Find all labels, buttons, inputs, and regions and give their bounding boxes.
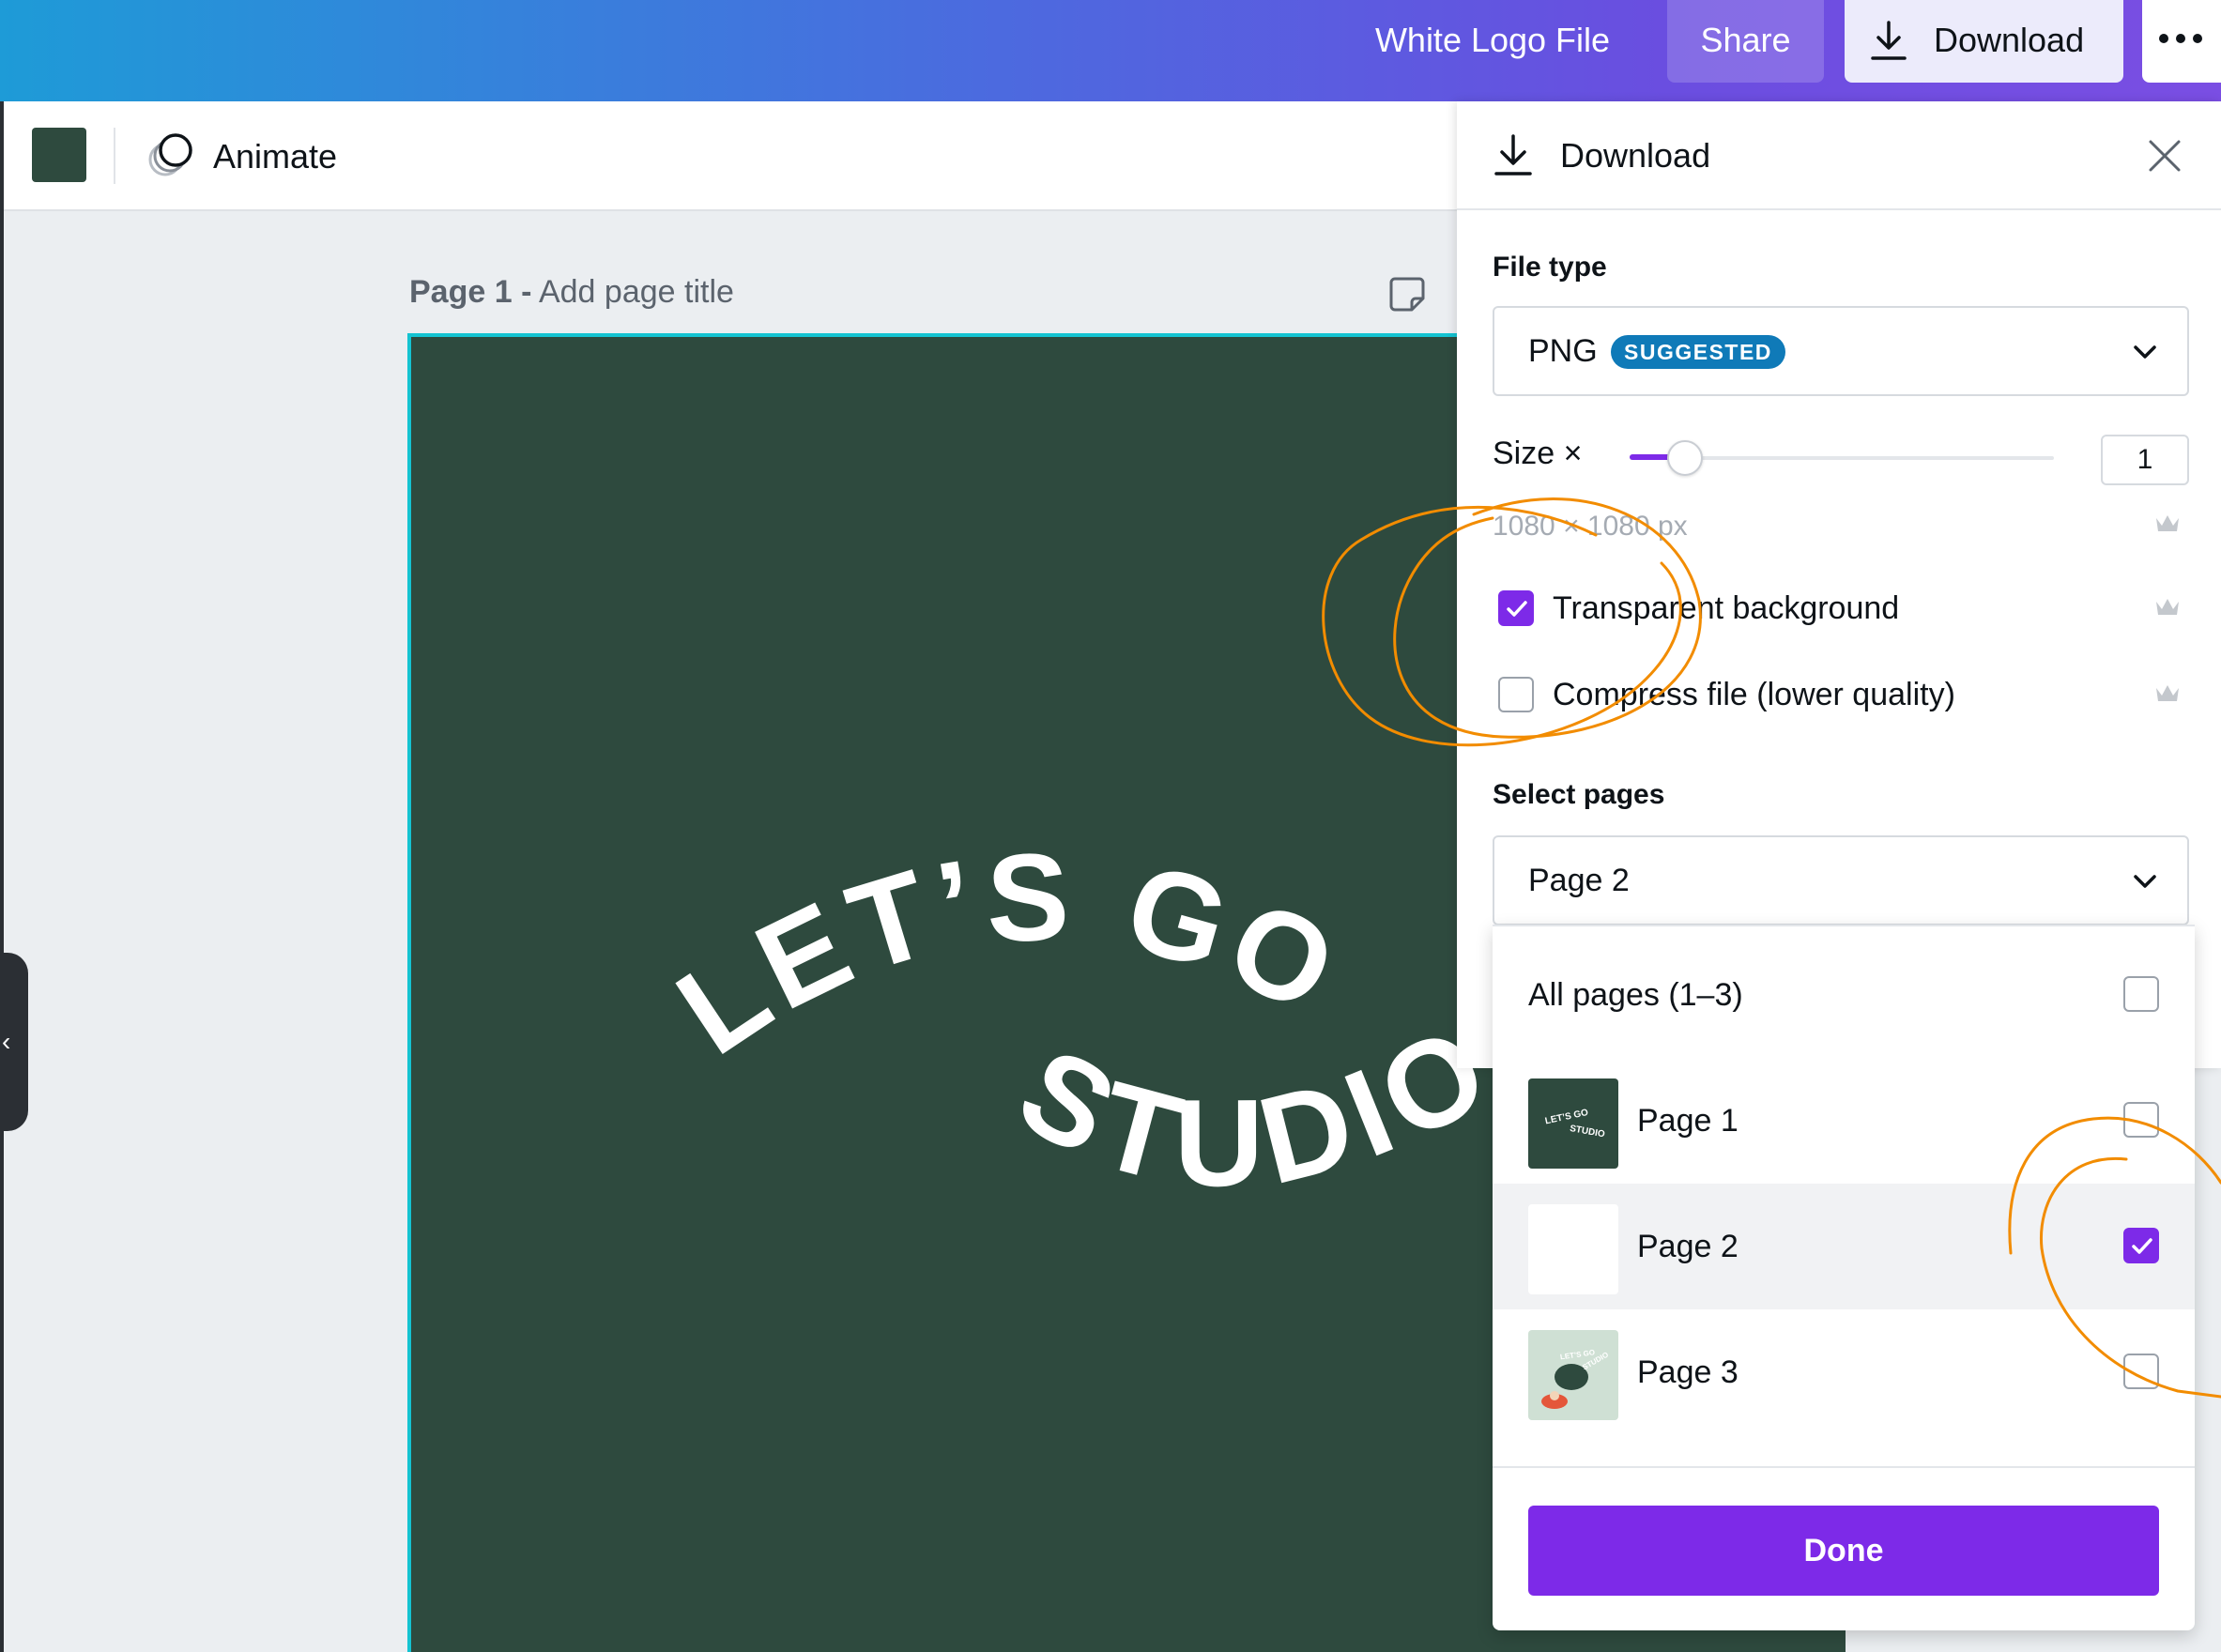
dot-icon bbox=[2176, 34, 2185, 43]
top-bar: White Logo File Share Download bbox=[0, 0, 2221, 101]
download-icon bbox=[1871, 21, 1907, 60]
compress-file-checkbox[interactable] bbox=[1498, 677, 1534, 712]
size-slider-thumb[interactable] bbox=[1666, 440, 1703, 476]
page-option-3[interactable]: LET’S GO STUDIO Page 3 bbox=[1493, 1309, 2195, 1435]
select-pages-dropdown[interactable]: Page 2 bbox=[1493, 835, 2189, 925]
page-1-thumbnail: LET’S GO STUDIO bbox=[1528, 1078, 1618, 1169]
size-label: Size × bbox=[1493, 436, 1583, 471]
page-1-checkbox[interactable] bbox=[2123, 1102, 2159, 1138]
page-1-label: Page 1 bbox=[1637, 1103, 1739, 1139]
collapse-panel-button[interactable]: ‹ bbox=[0, 953, 28, 1131]
file-title[interactable]: White Logo File bbox=[1352, 0, 1633, 80]
select-pages-value: Page 2 bbox=[1528, 863, 1630, 898]
select-pages-label: Select pages bbox=[1493, 779, 1665, 810]
download-panel-title: Download bbox=[1560, 136, 1711, 175]
transparent-background-label: Transparent background bbox=[1553, 590, 1900, 626]
page-2-checkbox[interactable] bbox=[2123, 1228, 2159, 1263]
all-pages-checkbox[interactable] bbox=[2123, 976, 2159, 1012]
download-button[interactable]: Download bbox=[1845, 0, 2123, 83]
dot-icon bbox=[2159, 34, 2168, 43]
animate-button[interactable]: Animate bbox=[213, 101, 337, 211]
check-icon bbox=[2132, 1238, 2152, 1254]
page-3-thumbnail: LET’S GO STUDIO bbox=[1528, 1330, 1618, 1420]
page-3-label: Page 3 bbox=[1637, 1354, 1739, 1390]
download-panel-header: Download bbox=[1457, 101, 2221, 210]
design-text-top: LET’S GO bbox=[653, 828, 1362, 1081]
check-icon bbox=[1507, 601, 1527, 617]
download-button-label: Download bbox=[1934, 21, 2085, 59]
all-pages-option[interactable]: All pages (1–3) bbox=[1493, 932, 2195, 1058]
page-3-checkbox[interactable] bbox=[2123, 1354, 2159, 1389]
page-2-label: Page 2 bbox=[1637, 1229, 1739, 1264]
svg-text:LET’S GO: LET’S GO bbox=[1544, 1108, 1589, 1127]
toolbar-divider bbox=[114, 128, 115, 184]
dimensions-text: 1080 × 1080 px bbox=[1493, 511, 1688, 542]
left-panel-edge bbox=[0, 101, 4, 1652]
file-type-label: File type bbox=[1493, 252, 1607, 283]
close-icon[interactable] bbox=[2148, 139, 2182, 173]
page-option-1[interactable]: LET’S GO STUDIO Page 1 bbox=[1493, 1058, 2195, 1184]
page-title-placeholder: Add page title bbox=[538, 274, 734, 310]
more-options-button[interactable] bbox=[2142, 0, 2221, 83]
design-text-bottom: STUDIO bbox=[998, 995, 1516, 1212]
dropdown-divider bbox=[1493, 1466, 2195, 1468]
color-swatch-button[interactable] bbox=[32, 128, 86, 182]
editor-toolbar: Animate bbox=[4, 101, 1457, 211]
crown-icon bbox=[2156, 599, 2179, 615]
done-button[interactable]: Done bbox=[1528, 1506, 2159, 1596]
notes-icon[interactable] bbox=[1387, 274, 1427, 314]
crown-icon bbox=[2156, 685, 2179, 701]
animate-icon[interactable] bbox=[145, 130, 195, 180]
size-input[interactable]: 1 bbox=[2101, 435, 2189, 485]
page-2-thumbnail bbox=[1528, 1204, 1618, 1294]
crown-icon bbox=[2156, 515, 2179, 531]
transparent-background-checkbox[interactable] bbox=[1498, 590, 1534, 626]
pages-dropdown-menu: All pages (1–3) LET’S GO STUDIO Page 1 P… bbox=[1493, 925, 2195, 1630]
chevron-down-icon bbox=[2134, 345, 2156, 359]
all-pages-label: All pages (1–3) bbox=[1528, 977, 1743, 1013]
dot-icon bbox=[2193, 34, 2202, 43]
chevron-down-icon bbox=[2134, 875, 2156, 888]
file-type-value: PNG bbox=[1528, 333, 1598, 369]
download-icon bbox=[1494, 134, 1532, 176]
download-panel: Download File type PNG SUGGESTED Size × … bbox=[1457, 101, 2221, 1068]
page-option-2[interactable]: Page 2 bbox=[1493, 1184, 2195, 1309]
file-type-select[interactable]: PNG SUGGESTED bbox=[1493, 306, 2189, 396]
svg-text:STUDIO: STUDIO bbox=[1569, 1124, 1605, 1140]
compress-file-label: Compress file (lower quality) bbox=[1553, 677, 1955, 712]
page-number-label: Page 1 - bbox=[409, 274, 532, 310]
page-title[interactable]: Page 1 - Add page title bbox=[409, 274, 734, 311]
share-button[interactable]: Share bbox=[1667, 0, 1824, 83]
suggested-badge: SUGGESTED bbox=[1611, 335, 1785, 369]
